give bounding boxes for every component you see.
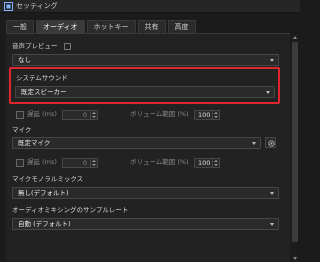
system-sound-volume-input[interactable]: 100: [194, 110, 220, 120]
mic-value: 既定マイク: [18, 139, 51, 147]
gear-icon: [268, 140, 275, 147]
audio-preview-select[interactable]: なし: [12, 54, 279, 66]
spinner-icon[interactable]: [212, 159, 219, 167]
system-sound-delay-input[interactable]: 0: [62, 110, 98, 120]
sample-rate-label: オーディオミキシングのサンプルレート: [12, 206, 129, 214]
mic-volume-value: 100: [198, 159, 211, 167]
audio-settings-panel: 音声プレビュー なし システムサウンド 既定スピーカー 遅延 (ms) 0 ボリ…: [6, 34, 290, 262]
tab-bar: 一般 オーディオ ホットキー 共有 高度: [6, 20, 196, 33]
mic-mono-mix-label: マイクモノラルミックス: [12, 175, 84, 183]
mic-mono-mix-select[interactable]: 無し(デフォルト): [12, 187, 279, 199]
spinner-icon[interactable]: [90, 111, 97, 119]
tab-advanced[interactable]: 高度: [167, 20, 196, 33]
mic-delay-input[interactable]: 0: [62, 158, 98, 168]
mic-volume-input[interactable]: 100: [194, 158, 220, 168]
tab-general[interactable]: 一般: [6, 20, 34, 33]
scroll-up-icon[interactable]: [293, 36, 297, 39]
system-sound-delay-checkbox[interactable]: [16, 111, 24, 119]
highlight-box: [9, 67, 280, 104]
scrollbar-thumb[interactable]: [292, 42, 298, 242]
system-sound-delay-value: 0: [82, 111, 87, 119]
tab-hotkeys[interactable]: ホットキー: [86, 20, 136, 33]
sample-rate-select[interactable]: 自動 (デフォルト): [12, 218, 279, 230]
mic-delay-label: 遅延 (ms): [27, 158, 57, 166]
spinner-icon[interactable]: [212, 111, 219, 119]
sample-rate-value: 自動 (デフォルト): [18, 220, 71, 228]
mic-delay-value: 0: [82, 159, 87, 167]
mic-volume-label: ボリューム範囲 (%): [130, 158, 189, 166]
tab-audio[interactable]: オーディオ: [36, 20, 85, 33]
chevron-down-icon: [270, 223, 274, 226]
audio-preview-value: なし: [18, 56, 31, 64]
mic-mono-mix-value: 無し(デフォルト): [18, 189, 69, 197]
tab-share[interactable]: 共有: [137, 20, 166, 33]
mic-select[interactable]: 既定マイク: [12, 137, 261, 149]
mic-label: マイク: [12, 126, 32, 134]
chevron-down-icon: [252, 142, 256, 145]
mic-delay-checkbox[interactable]: [16, 159, 24, 167]
title-bar: セッティング: [0, 0, 300, 13]
mic-settings-button[interactable]: [265, 137, 276, 148]
system-sound-volume-label: ボリューム範囲 (%): [130, 110, 189, 118]
help-icon[interactable]: [64, 43, 71, 50]
audio-preview-label: 音声プレビュー: [12, 42, 58, 50]
scroll-down-icon[interactable]: [293, 257, 297, 260]
app-icon: [4, 2, 13, 11]
window-title: セッティング: [16, 2, 58, 10]
spinner-icon[interactable]: [90, 159, 97, 167]
system-sound-delay-label: 遅延 (ms): [27, 110, 57, 118]
system-sound-volume-value: 100: [198, 111, 211, 119]
chevron-down-icon: [270, 59, 274, 62]
vertical-scrollbar[interactable]: [291, 34, 299, 262]
chevron-down-icon: [270, 192, 274, 195]
